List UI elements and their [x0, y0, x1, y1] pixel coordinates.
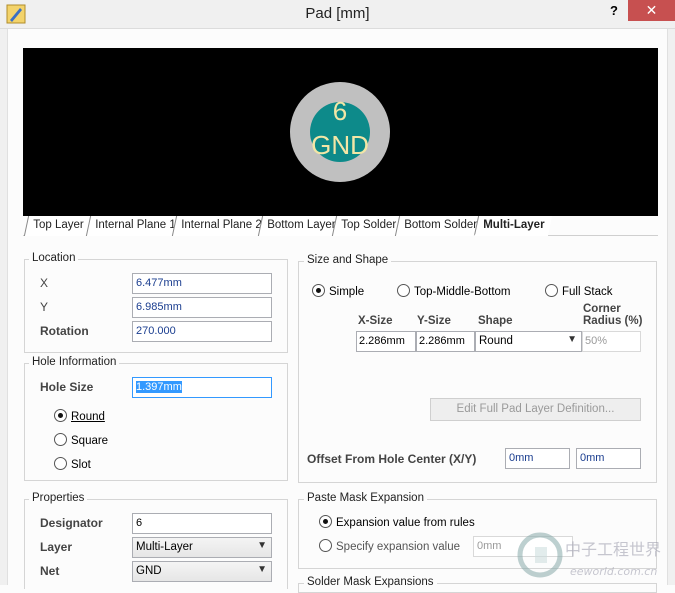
pad-net-label: GND: [311, 130, 369, 160]
tab-bottom-solder[interactable]: Bottom Solder: [394, 216, 479, 236]
x-size-input[interactable]: 2.286mm: [356, 331, 416, 352]
hole-slot-radio[interactable]: Slot: [54, 457, 91, 471]
rotation-input[interactable]: 270.000: [132, 321, 272, 342]
window-frame-right: [667, 29, 675, 585]
radio-indicator: [545, 284, 558, 297]
radio-indicator: [397, 284, 410, 297]
help-button[interactable]: ?: [603, 2, 625, 22]
layer-tabs: Top Layer Internal Plane 1 Internal Plan…: [23, 216, 658, 236]
net-select[interactable]: GND ▼: [132, 561, 272, 582]
tab-bottom-layer[interactable]: Bottom Layer: [257, 216, 337, 236]
chevron-down-icon: ▼: [257, 540, 267, 551]
radio-indicator: [319, 539, 332, 552]
layer-select[interactable]: Multi-Layer ▼: [132, 537, 272, 558]
properties-group-label: Properties: [29, 492, 88, 504]
tab-top-solder[interactable]: Top Solder: [331, 216, 400, 236]
hole-info-group-label: Hole Information: [29, 356, 120, 368]
radius-header: Radius (%): [583, 315, 643, 327]
designator-input[interactable]: 6: [132, 513, 272, 534]
shape-select[interactable]: Round ▼: [475, 331, 582, 352]
offset-x-input[interactable]: 0mm: [505, 448, 570, 469]
paste-mask-group-label: Paste Mask Expansion: [304, 492, 427, 504]
window-title: Pad [mm]: [305, 5, 370, 22]
tab-multi-layer[interactable]: Multi-Layer: [473, 216, 553, 236]
svg-text:中子工程世界: 中子工程世界: [565, 540, 661, 559]
y-input[interactable]: 6.985mm: [132, 297, 272, 318]
paste-rules-radio[interactable]: Expansion value from rules: [319, 515, 475, 529]
y-size-header: Y-Size: [417, 315, 451, 327]
pad-copper-shape: 6 GND: [290, 82, 390, 182]
pad-preview: 6 GND: [23, 48, 658, 216]
x-label: X: [40, 276, 49, 290]
svg-text:eeworld.com.cn: eeworld.com.cn: [570, 565, 657, 578]
chevron-down-icon: ▼: [567, 334, 577, 345]
tab-internal-plane-2[interactable]: Internal Plane 2: [171, 216, 263, 236]
mode-simple-radio[interactable]: Simple: [312, 284, 364, 298]
corner-radius-input[interactable]: 50%: [582, 331, 641, 352]
y-size-input[interactable]: 2.286mm: [416, 331, 475, 352]
pad-number-label: 6: [332, 96, 348, 126]
rotation-label: Rotation: [40, 324, 89, 338]
solder-mask-group-label: Solder Mask Expansions: [304, 576, 437, 588]
hole-round-radio[interactable]: Round: [54, 409, 105, 423]
mode-full-stack-radio[interactable]: Full Stack: [545, 284, 613, 298]
paste-specify-radio[interactable]: Specify expansion value: [319, 539, 460, 553]
shape-header: Shape: [478, 315, 513, 327]
tab-internal-plane-1[interactable]: Internal Plane 1: [85, 216, 177, 236]
chevron-down-icon: ▼: [257, 564, 267, 575]
radio-indicator: [312, 284, 325, 297]
x-input[interactable]: 6.477mm: [132, 273, 272, 294]
y-label: Y: [40, 300, 49, 314]
close-button[interactable]: ✕: [628, 0, 675, 21]
watermark-logo: 中子工程世界 eeworld.com.cn: [517, 532, 661, 578]
layer-label: Layer: [40, 540, 73, 554]
title-bar: Pad [mm] ? ✕: [0, 0, 675, 29]
size-shape-group-label: Size and Shape: [304, 254, 392, 266]
radio-indicator: [319, 515, 332, 528]
tab-top-layer[interactable]: Top Layer: [23, 216, 91, 236]
corner-header: Corner: [583, 303, 621, 315]
net-label: Net: [40, 564, 60, 578]
hole-size-label: Hole Size: [40, 380, 94, 394]
radio-indicator: [54, 457, 67, 470]
radio-indicator: [54, 433, 67, 446]
designator-label: Designator: [40, 516, 103, 530]
x-size-header: X-Size: [358, 315, 393, 327]
offset-label: Offset From Hole Center (X/Y): [307, 452, 477, 466]
window-frame-left: [0, 29, 8, 585]
radio-indicator: [54, 409, 67, 422]
location-group-label: Location: [29, 252, 79, 264]
hole-size-input[interactable]: 1.397mm: [132, 377, 272, 398]
offset-y-input[interactable]: 0mm: [576, 448, 641, 469]
hole-square-radio[interactable]: Square: [54, 433, 108, 447]
edit-full-pad-layer-button[interactable]: Edit Full Pad Layer Definition...: [430, 398, 641, 421]
mode-top-middle-bottom-radio[interactable]: Top-Middle-Bottom: [397, 284, 511, 298]
